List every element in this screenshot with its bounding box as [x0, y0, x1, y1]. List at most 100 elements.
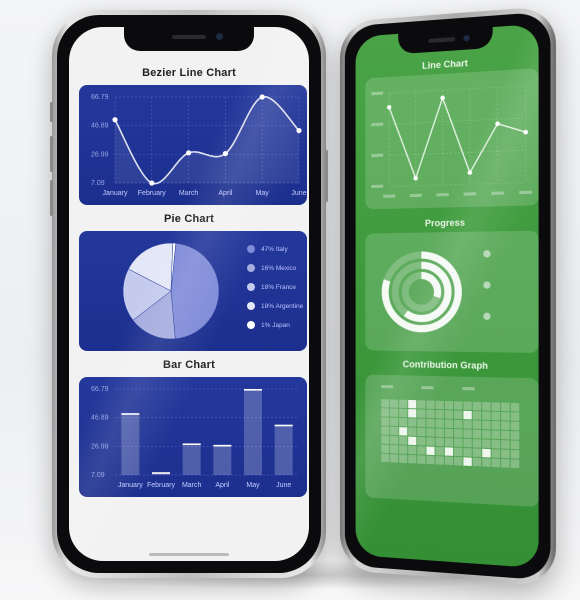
contribution-cell — [408, 409, 417, 418]
contribution-cell — [472, 429, 482, 439]
x-tick-label: January — [118, 482, 143, 489]
x-tick-placeholder — [383, 194, 396, 198]
pie-chart-card: 47% Italy 16% Mexico 18% France 18% Argenti… — [79, 231, 307, 351]
contribution-cell — [390, 435, 399, 445]
grid-line — [389, 182, 526, 186]
x-tick-label: January — [103, 190, 128, 197]
contribution-cell — [408, 427, 417, 436]
contribution-cell — [510, 421, 520, 431]
progress-legend-3 — [483, 312, 491, 320]
contribution-cell — [454, 401, 463, 410]
contribution-cell — [381, 453, 390, 463]
contribution-cell — [510, 440, 520, 450]
contribution-cell — [472, 448, 482, 458]
pie-legend-item: 18% Argentine — [247, 302, 303, 310]
grid-line — [389, 118, 526, 124]
back-phone: Line Chart Progress Contribution Graph — [340, 5, 556, 587]
contribution-cell — [426, 437, 435, 446]
y-tick-label: 66.79 — [91, 94, 109, 101]
contribution-cell — [399, 427, 408, 436]
contribution-cell — [472, 439, 482, 448]
contribution-cell — [482, 458, 491, 467]
contribution-cell — [390, 445, 399, 454]
front-phone: Bezier Line Chart 66.79 46.89 26.99 7.09 Jan… — [50, 10, 328, 578]
legend-dot — [247, 245, 255, 253]
contribution-cell — [435, 437, 444, 447]
contribution-cell — [491, 411, 501, 421]
x-tick-placeholder — [463, 192, 477, 196]
contribution-cell — [381, 426, 390, 435]
data-point — [467, 170, 473, 176]
contribution-cell — [444, 438, 454, 447]
mute-switch — [50, 102, 53, 122]
contribution-cell — [501, 430, 510, 440]
bezier-line-chart: 66.79 46.89 26.99 7.09 January February March A… — [91, 94, 307, 197]
green-line-chart-card — [365, 68, 539, 210]
contribution-cell — [454, 410, 463, 420]
contribution-cell — [390, 426, 399, 436]
contribution-cell — [426, 455, 435, 465]
contribution-cell — [501, 449, 510, 459]
contribution-graph — [381, 385, 520, 469]
x-tick-label: March — [179, 190, 199, 197]
x-tick-placeholder — [436, 192, 449, 197]
data-point — [413, 175, 418, 181]
contribution-cell — [491, 402, 501, 411]
data-point — [222, 150, 228, 157]
bar-top — [121, 413, 140, 415]
contribution-cell — [510, 412, 520, 421]
contribution-cell — [435, 446, 444, 456]
legend-dot — [483, 281, 491, 289]
contribution-cell — [399, 399, 408, 409]
contribution-cell — [444, 456, 454, 466]
contribution-cell — [381, 417, 390, 426]
bar — [213, 444, 232, 475]
contribution-card — [365, 374, 539, 508]
x-tick-label: June — [276, 482, 291, 489]
contribution-cell — [463, 438, 472, 448]
contribution-cell — [501, 440, 510, 449]
contribution-cell — [454, 447, 463, 457]
contribution-cell — [491, 421, 501, 430]
contribution-cell — [390, 408, 399, 417]
bar-top — [152, 472, 170, 474]
contribution-cell — [426, 446, 435, 456]
data-point — [386, 104, 392, 110]
contribution-cell — [491, 458, 501, 468]
data-point — [149, 180, 155, 186]
camera-icon — [463, 34, 470, 42]
contribution-cell — [501, 458, 510, 468]
legend-dot — [247, 302, 255, 310]
contribution-cell — [472, 420, 482, 430]
camera-icon — [216, 33, 223, 40]
contribution-cell — [435, 428, 444, 437]
pie-chart-title: Pie Chart — [163, 213, 215, 225]
contribution-cell — [501, 421, 510, 431]
pie-legend-item: 16% Mexico — [247, 264, 296, 272]
progress-legend-1 — [483, 250, 491, 258]
contribution-cell — [482, 411, 491, 420]
x-tick-label: June — [291, 190, 306, 197]
contribution-cell — [501, 402, 510, 412]
contribution-cell — [463, 429, 472, 439]
data-point — [112, 117, 118, 123]
pie-legend-item: 18% France — [247, 283, 296, 291]
contribution-cell — [454, 456, 463, 466]
contribution-cell — [408, 418, 417, 427]
contribution-cell — [491, 430, 501, 440]
contribution-cell — [426, 400, 435, 409]
contribution-cell — [435, 456, 444, 465]
x-tick-placeholder — [491, 191, 504, 195]
contribution-cell — [482, 439, 491, 449]
power-button — [325, 150, 328, 202]
contribution-cell — [417, 446, 426, 455]
x-tick-placeholder — [519, 190, 533, 195]
contribution-cell — [426, 428, 435, 437]
contribution-cell — [472, 457, 482, 467]
y-tick-label: 7.09 — [91, 180, 105, 187]
contribution-cell — [482, 448, 491, 458]
bar-chart-card: 66.79 46.89 26.99 7.09 January February March A… — [79, 377, 307, 497]
y-tick-placeholder — [371, 184, 384, 189]
y-tick-label: 26.99 — [91, 151, 109, 158]
contribution-cell — [444, 428, 454, 438]
